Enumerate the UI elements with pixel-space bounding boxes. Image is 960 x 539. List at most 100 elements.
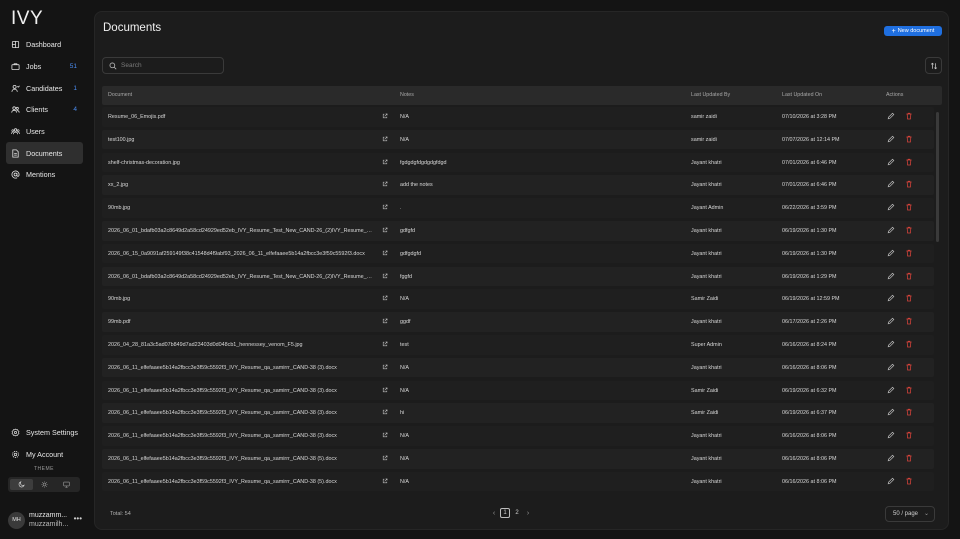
external-link-icon[interactable] <box>382 455 389 462</box>
external-link-icon[interactable] <box>382 227 389 234</box>
sidebar-item-documents[interactable]: Documents <box>6 142 83 165</box>
external-link-icon[interactable] <box>382 113 389 120</box>
edit-icon[interactable] <box>887 386 895 396</box>
document-name[interactable]: 2026_06_01_bdafb03a2c8649d2a58cd24929ed5… <box>108 228 374 234</box>
external-link-icon[interactable] <box>382 409 389 416</box>
delete-icon[interactable] <box>905 386 913 396</box>
next-page-icon[interactable]: › <box>523 510 533 517</box>
delete-icon[interactable] <box>905 135 913 145</box>
delete-icon[interactable] <box>905 408 913 418</box>
document-name[interactable]: 2026_06_01_bdafb03a2c8649d2a58cd24929ed5… <box>108 274 374 280</box>
sidebar-item-jobs[interactable]: Jobs 51 <box>6 56 83 78</box>
delete-icon[interactable] <box>905 272 913 282</box>
document-name[interactable]: 2026_06_11_elfefaaee5b14a2fbcc3e3f59c559… <box>108 479 374 485</box>
external-link-icon[interactable] <box>382 136 389 143</box>
column-last-updated-on[interactable]: Last Updated On <box>782 92 822 98</box>
edit-icon[interactable] <box>887 408 895 418</box>
external-link-icon[interactable] <box>382 295 389 302</box>
document-notes: fgdgdgfdgdgdgfdgd <box>400 159 447 166</box>
theme-light-button[interactable] <box>33 479 56 490</box>
document-name[interactable]: 2026_06_11_elfefaaee5b14a2fbcc3e3f59c559… <box>108 433 374 439</box>
sidebar-item-users[interactable]: Users <box>6 121 83 143</box>
document-name[interactable]: 2026_06_11_elfefaaee5b14a2fbcc3e3f59c559… <box>108 456 374 462</box>
per-page-select[interactable]: 50 / page ⌄ <box>885 506 935 522</box>
document-name[interactable]: 99mb.pdf <box>108 319 374 325</box>
document-name[interactable]: 90mb.jpg <box>108 296 374 302</box>
edit-icon[interactable] <box>887 226 895 236</box>
delete-icon[interactable] <box>905 431 913 441</box>
delete-icon[interactable] <box>905 340 913 350</box>
delete-icon[interactable] <box>905 477 913 487</box>
external-link-icon[interactable] <box>382 204 389 211</box>
sidebar-item-my-account[interactable]: My Account <box>6 444 83 466</box>
table-row: 2026_06_11_elfefaaee5b14a2fbcc3e3f59c559… <box>102 471 934 491</box>
sidebar-item-mentions[interactable]: Mentions <box>6 164 83 186</box>
table-scrollbar[interactable] <box>936 112 939 242</box>
delete-icon[interactable] <box>905 180 913 190</box>
sidebar-item-clients[interactable]: Clients 4 <box>6 99 83 121</box>
new-document-button[interactable]: + New document <box>884 26 942 36</box>
delete-icon[interactable] <box>905 158 913 168</box>
edit-icon[interactable] <box>887 340 895 350</box>
column-last-updated-by[interactable]: Last Updated By <box>691 92 730 98</box>
page-button-2[interactable]: 2 <box>512 508 522 518</box>
edit-icon[interactable] <box>887 272 895 282</box>
edit-icon[interactable] <box>887 431 895 441</box>
document-name[interactable]: 2026_06_11_elfefaaee5b14a2fbcc3e3f59c559… <box>108 410 374 416</box>
document-name[interactable]: Resume_06_Emojis.pdf <box>108 114 374 120</box>
document-name[interactable]: 2026_06_11_elfefaaee5b14a2fbcc3e3f59c559… <box>108 365 374 371</box>
delete-icon[interactable] <box>905 249 913 259</box>
app-logo[interactable]: IVY <box>11 8 43 30</box>
document-name[interactable]: 2026_06_11_elfefaaee5b14a2fbcc3e3f59c559… <box>108 388 374 394</box>
sidebar-item-dashboard[interactable]: Dashboard <box>6 34 83 56</box>
document-name[interactable]: 2026_04_28_81a3c5ad07b849d7ad23403d0d048… <box>108 342 374 348</box>
document-name[interactable]: 90mb.jpg <box>108 205 374 211</box>
more-options-icon[interactable]: ••• <box>74 514 82 523</box>
search-box[interactable] <box>102 57 224 74</box>
edit-icon[interactable] <box>887 180 895 190</box>
edit-icon[interactable] <box>887 203 895 213</box>
delete-icon[interactable] <box>905 112 913 122</box>
edit-icon[interactable] <box>887 249 895 259</box>
edit-icon[interactable] <box>887 112 895 122</box>
edit-icon[interactable] <box>887 363 895 373</box>
column-document[interactable]: Document <box>108 92 132 98</box>
external-link-icon[interactable] <box>382 364 389 371</box>
external-link-icon[interactable] <box>382 181 389 188</box>
external-link-icon[interactable] <box>382 250 389 257</box>
document-name[interactable]: test100.jpg <box>108 137 374 143</box>
external-link-icon[interactable] <box>382 387 389 394</box>
document-name[interactable]: 2026_06_15_0a9091af259149f38c41548d4f9ab… <box>108 251 374 257</box>
delete-icon[interactable] <box>905 226 913 236</box>
theme-dark-button[interactable] <box>10 479 33 490</box>
search-input[interactable] <box>121 62 216 69</box>
external-link-icon[interactable] <box>382 432 389 439</box>
edit-icon[interactable] <box>887 317 895 327</box>
delete-icon[interactable] <box>905 317 913 327</box>
sort-button[interactable] <box>925 57 942 74</box>
document-name[interactable]: shelf-christmas-decoration.jpg <box>108 160 374 166</box>
delete-icon[interactable] <box>905 203 913 213</box>
prev-page-icon[interactable]: ‹ <box>489 510 499 517</box>
external-link-icon[interactable] <box>382 478 389 485</box>
sidebar-item-candidates[interactable]: Candidates 1 <box>6 77 83 99</box>
theme-system-button[interactable] <box>55 479 78 490</box>
delete-icon[interactable] <box>905 294 913 304</box>
sidebar-item-system-settings[interactable]: System Settings <box>6 422 83 444</box>
edit-icon[interactable] <box>887 477 895 487</box>
edit-icon[interactable] <box>887 135 895 145</box>
external-link-icon[interactable] <box>382 318 389 325</box>
edit-icon[interactable] <box>887 294 895 304</box>
last-updated-on: 07/01/2026 at 6:46 PM <box>782 159 837 166</box>
external-link-icon[interactable] <box>382 159 389 166</box>
document-name[interactable]: xx_2.jpg <box>108 182 374 188</box>
external-link-icon[interactable] <box>382 273 389 280</box>
delete-icon[interactable] <box>905 363 913 373</box>
column-notes[interactable]: Notes <box>400 92 414 98</box>
edit-icon[interactable] <box>887 454 895 464</box>
edit-icon[interactable] <box>887 158 895 168</box>
page-button-1[interactable]: 1 <box>500 508 510 518</box>
user-menu[interactable]: MH muzzamm... muzzamilh... ••• <box>8 509 84 531</box>
delete-icon[interactable] <box>905 454 913 464</box>
external-link-icon[interactable] <box>382 341 389 348</box>
